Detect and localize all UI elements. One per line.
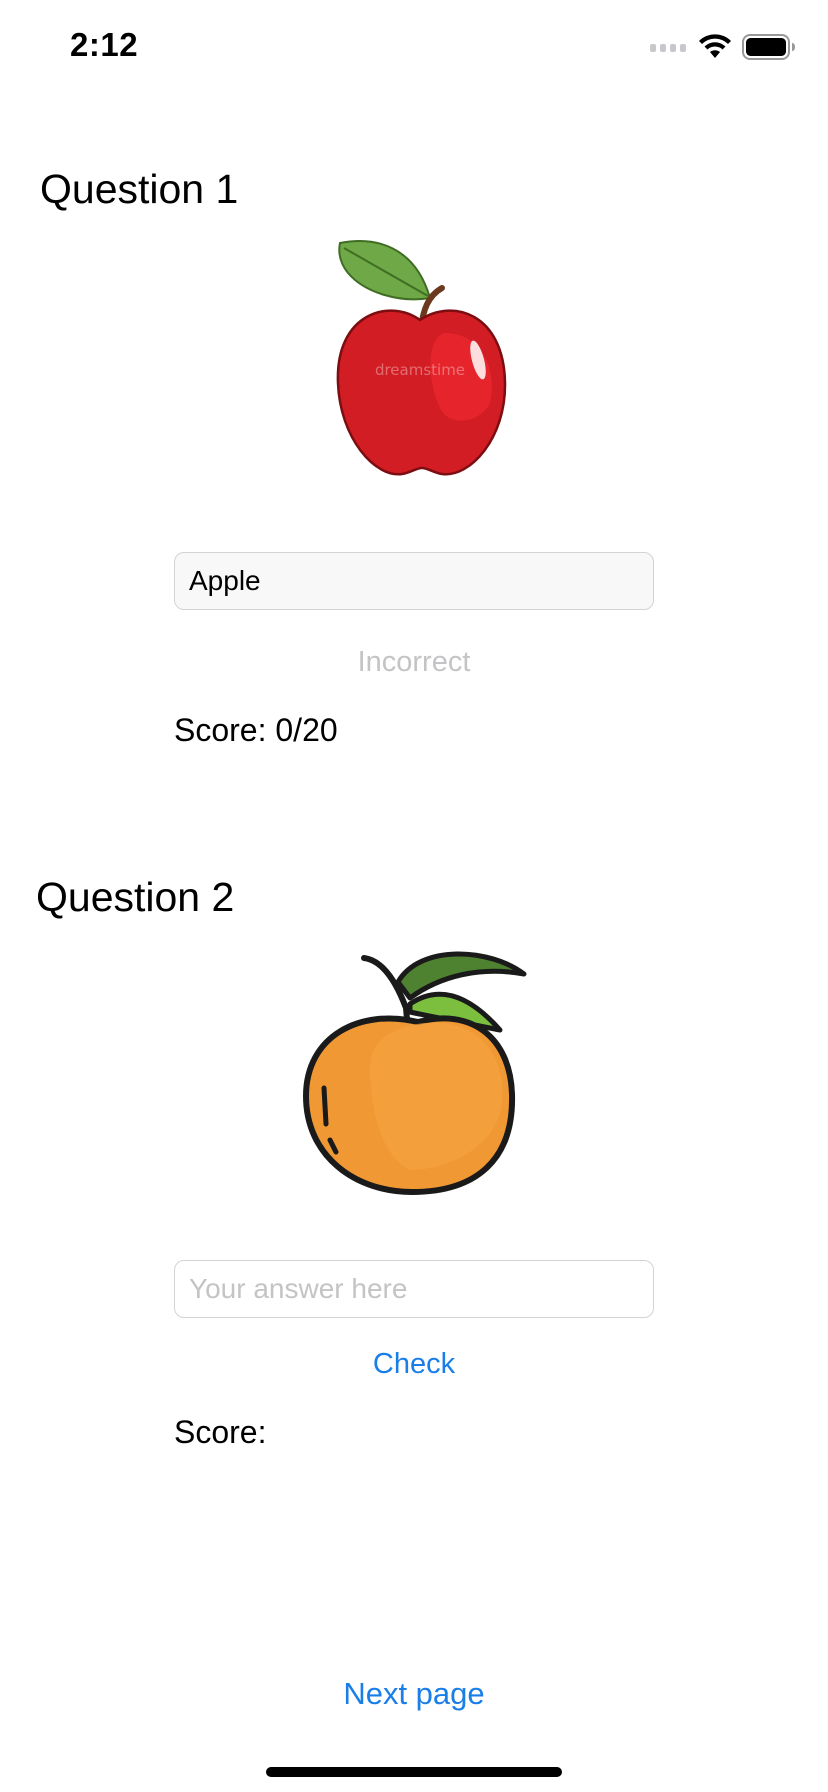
question-2-title: Question 2: [36, 874, 235, 920]
home-indicator[interactable]: [266, 1767, 562, 1777]
answer-input-2[interactable]: [174, 1260, 654, 1318]
signal-icon: [650, 44, 686, 52]
question-1-title: Question 1: [40, 166, 239, 212]
score-label-2: Score:: [174, 1414, 267, 1450]
feedback-label: Incorrect: [357, 646, 471, 678]
status-icons: [650, 34, 796, 60]
status-time: 2:12: [70, 26, 139, 63]
wifi-icon: [699, 34, 731, 58]
check-button[interactable]: Check: [174, 1348, 654, 1381]
orange-icon: [302, 951, 527, 1196]
apple-icon: dreamstime: [336, 240, 507, 476]
next-page-button[interactable]: Next page: [0, 1676, 828, 1712]
apple-watermark: dreamstime: [375, 361, 465, 379]
battery-icon: [742, 34, 795, 60]
score-label-1: Score: 0/20: [174, 712, 338, 748]
answer-input-1[interactable]: [174, 552, 654, 610]
